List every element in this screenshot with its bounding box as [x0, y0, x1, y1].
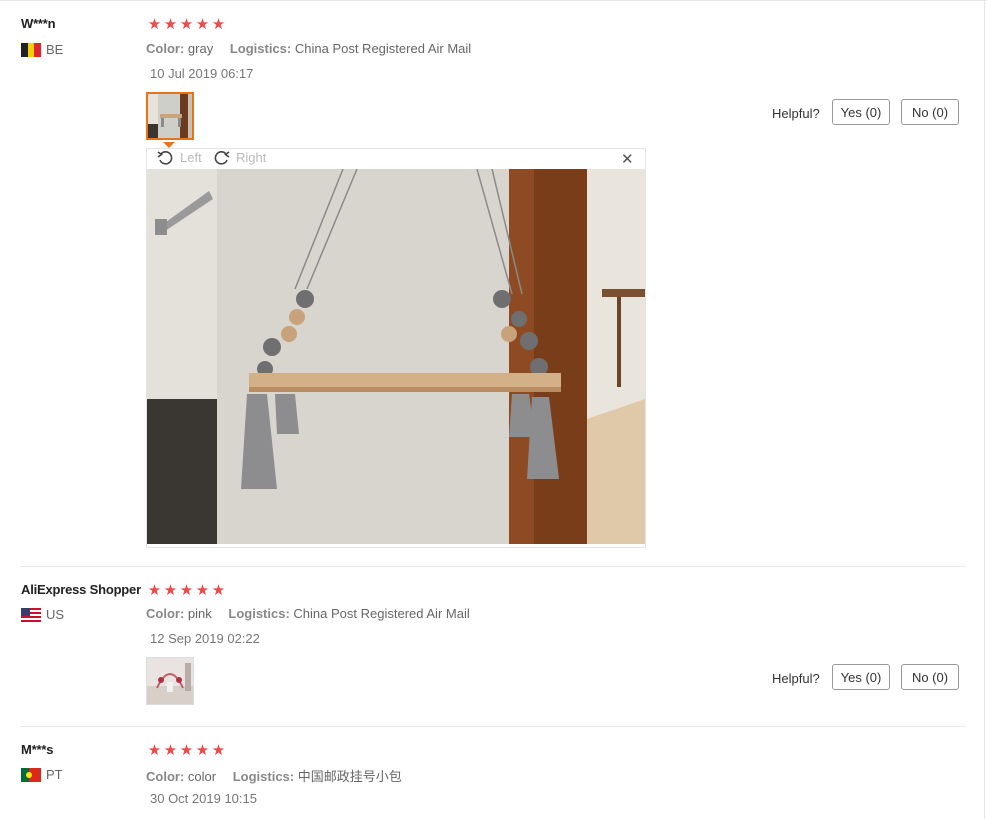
star-icon: ★: [211, 16, 226, 33]
photo-viewer: Left Right ✕: [146, 148, 646, 548]
color-value: gray: [187, 41, 214, 56]
review-item: AliExpress Shopper US ★ ★ ★ ★ ★ Color: p…: [0, 567, 987, 726]
reviewer-name: M***s: [21, 742, 54, 757]
country-code: BE: [46, 42, 64, 57]
star-icon: ★: [195, 582, 210, 599]
star-icon: ★: [195, 16, 210, 33]
helpful-no-button[interactable]: No (0): [901, 664, 959, 690]
country-code: PT: [46, 767, 63, 782]
star-icon: ★: [211, 742, 226, 759]
portugal-flag-icon: [21, 767, 41, 782]
rotate-right-label: Right: [236, 150, 267, 165]
country-code: US: [46, 607, 65, 622]
review-photo-large: [147, 169, 645, 544]
close-icon[interactable]: ✕: [621, 150, 634, 168]
color-label: Color:: [146, 41, 185, 56]
rotate-right-button[interactable]: Right: [213, 150, 266, 165]
star-icon: ★: [147, 16, 162, 33]
color-value: pink: [187, 606, 212, 621]
rating-stars: ★ ★ ★ ★ ★: [147, 743, 226, 758]
reviewer-country: PT: [21, 767, 63, 782]
rating-stars: ★ ★ ★ ★ ★: [147, 583, 226, 598]
review-photo-thumbnail[interactable]: [146, 657, 194, 705]
logistics-value: 中国邮政挂号小包: [297, 769, 402, 784]
star-icon: ★: [195, 742, 210, 759]
review-date: 12 Sep 2019 02:22: [150, 631, 260, 646]
star-icon: ★: [163, 16, 178, 33]
color-value: color: [187, 769, 217, 784]
rotate-left-label: Left: [180, 150, 202, 165]
star-icon: ★: [163, 582, 178, 599]
review-attributes: Color: color Logistics: 中国邮政挂号小包: [146, 766, 402, 785]
logistics-label: Logistics:: [232, 769, 295, 784]
review-attributes: Color: gray Logistics: China Post Regist…: [146, 41, 471, 56]
helpful-no-button[interactable]: No (0): [901, 99, 959, 125]
reviewer-country: BE: [21, 42, 63, 57]
reviewer-name: AliExpress Shopper: [21, 582, 141, 597]
star-icon: ★: [163, 742, 178, 759]
helpful-label: Helpful?: [772, 106, 820, 121]
logistics-label: Logistics:: [229, 41, 292, 56]
reviewer-name: W***n: [21, 16, 56, 31]
star-icon: ★: [147, 582, 162, 599]
helpful-yes-button[interactable]: Yes (0): [832, 99, 890, 125]
logistics-label: Logistics:: [228, 606, 290, 621]
logistics-value: China Post Registered Air Mail: [293, 606, 470, 621]
review-item: W***n BE ★ ★ ★ ★ ★ Color: gray Logistics…: [0, 0, 987, 566]
reviewer-country: US: [21, 607, 64, 622]
photo-viewer-toolbar: Left Right ✕: [147, 149, 645, 169]
logistics-value: China Post Registered Air Mail: [294, 41, 472, 56]
rotate-left-icon: [157, 151, 173, 165]
review-date: 10 Jul 2019 06:17: [150, 66, 254, 81]
star-icon: ★: [179, 16, 194, 33]
review-photo-thumbnail[interactable]: [146, 92, 194, 140]
us-flag-icon: [21, 607, 41, 622]
color-label: Color:: [146, 606, 185, 621]
star-icon: ★: [179, 742, 194, 759]
color-label: Color:: [146, 769, 185, 784]
rotate-left-button[interactable]: Left: [157, 150, 202, 165]
star-icon: ★: [211, 582, 226, 599]
star-icon: ★: [179, 582, 194, 599]
rotate-right-icon: [214, 151, 230, 165]
review-attributes: Color: pink Logistics: China Post Regist…: [146, 606, 470, 621]
rating-stars: ★ ★ ★ ★ ★: [147, 17, 226, 32]
review-item: M***s PT ★ ★ ★ ★ ★ Color: color Logistic…: [0, 727, 987, 819]
helpful-label: Helpful?: [772, 671, 820, 686]
star-icon: ★: [147, 742, 162, 759]
review-date: 30 Oct 2019 10:15: [150, 791, 257, 806]
belgium-flag-icon: [21, 42, 41, 57]
helpful-yes-button[interactable]: Yes (0): [832, 664, 890, 690]
